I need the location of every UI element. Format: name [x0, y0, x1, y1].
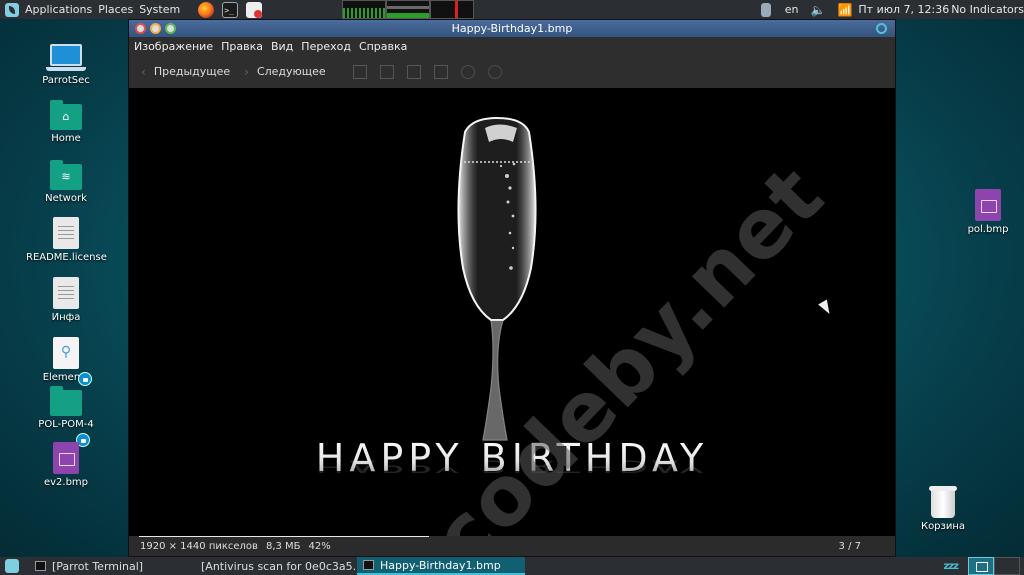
image-file-icon [53, 442, 79, 474]
lock-icon [78, 372, 92, 386]
network-folder-icon: ≋ [50, 160, 82, 190]
menu-applications[interactable]: Applications [25, 3, 98, 16]
image-dimensions: 1920 × 1440 пикселов [140, 540, 258, 552]
desktop-icon-label: Elements [42, 372, 90, 383]
stop-launcher-icon[interactable] [246, 1, 263, 18]
desktop-icon-label: Корзина [920, 521, 966, 532]
firefox-launcher-icon[interactable] [198, 1, 215, 18]
menu-bar: Изображение Правка Вид Переход Справка [129, 37, 895, 55]
show-desktop-icon[interactable] [5, 559, 19, 573]
normal-size-icon[interactable] [406, 64, 421, 79]
task-label: [Parrot Terminal] [52, 559, 144, 573]
glass-stem [482, 319, 508, 441]
text-file-icon [53, 277, 79, 309]
best-fit-icon[interactable] [433, 64, 448, 79]
glass-bowl [457, 116, 537, 321]
trash-icon [929, 486, 957, 518]
maximize-window-button[interactable] [165, 23, 176, 34]
desktop-icon-pol[interactable]: pol.bmp [948, 189, 1024, 235]
desktop-icon-label: Инфа [51, 312, 81, 323]
zoom-level: 42% [308, 540, 331, 552]
menu-go[interactable]: Переход [301, 40, 351, 53]
taskbar: [Parrot Terminal] [Antivirus scan for 0e… [0, 557, 1024, 575]
toolbar: ‹ Предыдущее › Следующее [129, 55, 895, 88]
minimize-window-button[interactable] [150, 23, 161, 34]
desktop-icon-label: Home [51, 133, 81, 144]
desktop-icon-label: Network [45, 193, 87, 204]
home-folder-icon: ⌂ [50, 100, 82, 130]
menu-places[interactable]: Places [98, 3, 139, 16]
file-size: 8,3 МБ [265, 540, 301, 552]
menu-system[interactable]: System [139, 3, 186, 16]
network-graph [430, 0, 475, 19]
volume-icon[interactable]: 🔈 [810, 3, 825, 17]
task-label: Happy-Birthday1.bmp [380, 558, 501, 572]
cpu-graph [342, 0, 387, 19]
wifi-icon[interactable]: 📶 [837, 3, 852, 17]
image-file-icon [975, 189, 1001, 221]
desktop-icon-parrotsec[interactable]: ParrotSec [26, 44, 106, 86]
menu-image[interactable]: Изображение [134, 40, 213, 53]
desktop-icon-trash[interactable]: Корзина [903, 486, 983, 532]
next-label: Следующее [256, 65, 326, 78]
system-monitor[interactable] [342, 0, 475, 19]
desktop-icon-ev2[interactable]: ev2.bmp [26, 442, 106, 488]
window-menu-button[interactable] [876, 23, 887, 34]
desktop-icon-info[interactable]: Инфа [26, 277, 106, 323]
desktop-icon-label: ev2.bmp [43, 477, 89, 488]
laptop-icon [46, 44, 86, 71]
image-viewer-icon [363, 560, 374, 570]
menu-help[interactable]: Справка [359, 40, 407, 53]
task-parrot-terminal[interactable]: [Parrot Terminal] [29, 557, 189, 575]
menu-view[interactable]: Вид [271, 40, 293, 53]
parrot-menu-icon[interactable] [5, 2, 19, 17]
desktop-icon-pol-pom-4[interactable]: POL-POM-4 [26, 386, 106, 430]
next-button[interactable]: › Следующее [244, 65, 326, 79]
status-bar: 1920 × 1440 пикселов 8,3 МБ 42% 3 / 7 [129, 536, 895, 556]
desktop-icon-elements[interactable]: Elements [26, 337, 106, 383]
window-titlebar[interactable]: Happy-Birthday1.bmp [129, 20, 895, 37]
rotate-left-icon[interactable] [460, 64, 475, 79]
task-happy-birthday[interactable]: Happy-Birthday1.bmp [357, 557, 525, 575]
indicators-applet[interactable]: No Indicators [951, 3, 1024, 16]
task-label: [Antivirus scan for 0e0c3a5... [201, 559, 357, 573]
close-window-button[interactable] [135, 23, 146, 34]
terminal-launcher-icon[interactable] [222, 1, 239, 18]
folder-icon [50, 386, 82, 416]
previous-button[interactable]: ‹ Предыдущее [141, 65, 230, 79]
zoom-in-icon[interactable] [352, 64, 367, 79]
desktop-icon-home[interactable]: ⌂ Home [26, 100, 106, 144]
chevron-right-icon: › [244, 64, 249, 79]
bluetooth-icon[interactable] [760, 2, 771, 17]
window-title: Happy-Birthday1.bmp [451, 22, 573, 35]
desktop-icon-label: POL-POM-4 [38, 419, 94, 430]
desktop-icon-network[interactable]: ≋ Network [26, 160, 106, 204]
image-canvas[interactable]: HAPPY BIRTHDAY HAPPY BIRTHDAY codeby.net [129, 88, 895, 538]
zoom-out-icon[interactable] [379, 64, 394, 79]
status-separator [139, 536, 429, 537]
workspace-1[interactable] [968, 557, 994, 575]
text-file-icon [53, 217, 79, 249]
desktop-icon-label: ParrotSec [42, 75, 90, 86]
menu-edit[interactable]: Правка [221, 40, 263, 53]
desktop-icon-label: pol.bmp [967, 224, 1009, 235]
image-viewer-window: Happy-Birthday1.bmp Изображение Правка В… [128, 19, 896, 557]
previous-label: Предыдущее [153, 65, 231, 78]
desktop-icon-label: README.license [26, 252, 107, 263]
memory-graph [386, 0, 431, 19]
task-antivirus-scan[interactable]: [Antivirus scan for 0e0c3a5... [189, 557, 357, 575]
page-counter: 3 / 7 [838, 540, 861, 552]
usb-drive-icon [53, 337, 79, 369]
desktop-icon-readme[interactable]: README.license [26, 217, 107, 263]
keyboard-layout[interactable]: en [785, 3, 799, 16]
clock[interactable]: Пт июл 7, 12:36 [858, 3, 949, 16]
sleep-indicator[interactable]: zzz [944, 561, 960, 572]
rotate-right-icon[interactable] [487, 64, 502, 79]
top-panel: Applications Places System en 🔈 📶 Пт июл… [0, 0, 1024, 19]
terminal-icon [35, 561, 46, 571]
workspace-2[interactable] [994, 557, 1020, 575]
chevron-left-icon: ‹ [141, 64, 146, 79]
